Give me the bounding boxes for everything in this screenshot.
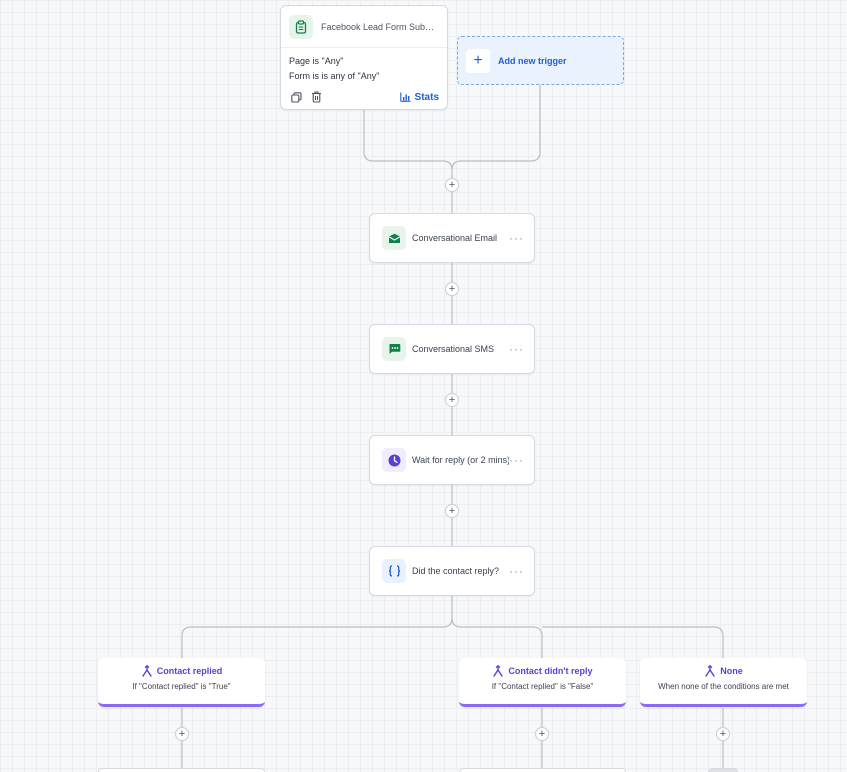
- copy-icon[interactable]: [289, 90, 303, 104]
- next-step-card-partial[interactable]: [708, 768, 738, 772]
- clock-icon: [382, 448, 406, 472]
- trigger-title: Facebook Lead Form Subm...: [321, 21, 439, 32]
- add-step-button[interactable]: +: [445, 282, 459, 296]
- add-step-button[interactable]: +: [445, 393, 459, 407]
- trigger-condition-page: Page is "Any": [289, 56, 344, 66]
- more-options-icon[interactable]: ···: [509, 231, 524, 245]
- branch-split-icon: [142, 665, 152, 677]
- action-label: Conversational Email: [412, 233, 498, 243]
- branch-split-icon: [705, 665, 715, 677]
- branch-split-icon: [493, 665, 504, 677]
- action-wait-for-reply[interactable]: Wait for reply (or 2 mins) ···: [369, 435, 535, 485]
- add-step-button[interactable]: +: [445, 178, 459, 192]
- add-step-button[interactable]: +: [716, 727, 730, 741]
- stats-button[interactable]: Stats: [399, 91, 439, 103]
- sms-icon: [382, 337, 406, 361]
- bar-chart-icon: [399, 92, 411, 102]
- add-trigger-button[interactable]: + Add new trigger: [457, 36, 624, 85]
- stats-label: Stats: [414, 91, 439, 103]
- add-step-button[interactable]: +: [445, 504, 459, 518]
- email-icon: [382, 226, 406, 250]
- action-conversational-sms[interactable]: Conversational SMS ···: [369, 324, 535, 374]
- plus-icon: +: [466, 48, 490, 73]
- branch-title: None: [720, 666, 743, 676]
- action-label: Wait for reply (or 2 mins): [412, 455, 509, 465]
- branch-title: Contact replied: [156, 666, 223, 676]
- trigger-conditions: Page is "Any" Form is is any of "Any": [281, 48, 447, 84]
- branch-condition: When none of the conditions are met: [658, 682, 789, 691]
- add-step-button[interactable]: +: [175, 727, 189, 741]
- branch-contact-replied[interactable]: Contact replied If "Contact replied" is …: [98, 658, 265, 707]
- more-options-icon[interactable]: ···: [509, 453, 524, 467]
- add-trigger-label: Add new trigger: [498, 55, 567, 66]
- action-conversational-email[interactable]: Conversational Email ···: [369, 213, 535, 263]
- trigger-card[interactable]: Facebook Lead Form Subm... Page is "Any"…: [280, 5, 448, 110]
- trigger-condition-form: Form is is any of "Any": [289, 71, 380, 81]
- add-step-button[interactable]: +: [535, 727, 549, 741]
- branch-title: Contact didn't reply: [508, 666, 593, 676]
- branch-condition: If "Contact replied" is "True": [132, 682, 231, 691]
- connector-lines: [181, 85, 724, 772]
- trigger-header: Facebook Lead Form Subm...: [281, 6, 447, 48]
- branch-contact-didnt-reply[interactable]: Contact didn't reply If "Contact replied…: [459, 658, 626, 707]
- workflow-canvas[interactable]: Facebook Lead Form Subm... Page is "Any"…: [0, 0, 847, 772]
- branch-condition: If "Contact replied" is "False": [491, 682, 594, 691]
- action-condition[interactable]: Did the contact reply? ···: [369, 546, 535, 596]
- branch-none[interactable]: None When none of the conditions are met: [640, 658, 807, 707]
- clipboard-icon: [289, 14, 313, 39]
- next-step-card-partial[interactable]: [459, 768, 626, 772]
- more-options-icon[interactable]: ···: [509, 342, 524, 356]
- next-step-card-partial[interactable]: [98, 768, 265, 772]
- more-options-icon[interactable]: ···: [509, 564, 524, 578]
- trash-icon[interactable]: [309, 90, 323, 104]
- action-label: Conversational SMS: [412, 344, 495, 354]
- trigger-footer: Stats: [289, 90, 439, 104]
- action-label: Did the contact reply?: [412, 566, 500, 576]
- braces-icon: [382, 559, 406, 583]
